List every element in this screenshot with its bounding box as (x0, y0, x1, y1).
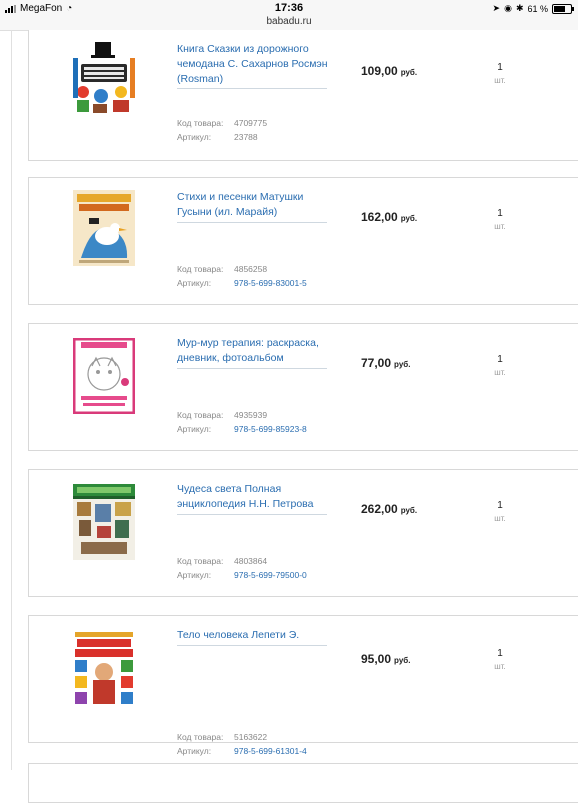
status-bar: MegaFon ◔ 17:36 babadu.ru ➤ ◉ ✱ 61 % (0, 0, 578, 31)
product-title-link[interactable]: Чудеса света Полная энциклопедия Н.Н. Пе… (177, 482, 332, 512)
location-icon: ➤ (492, 3, 501, 13)
quantity-unit: шт. (494, 76, 506, 85)
book-cover-image[interactable] (73, 40, 135, 116)
article-label: Артикул: (177, 570, 212, 580)
product-code: 4803864 (234, 556, 268, 566)
product-title-link[interactable]: Стихи и песенки Матушки Гусыни (ил. Мара… (177, 190, 332, 220)
product-price: 77,00 руб. (361, 356, 410, 370)
product-meta: Код товара: 5163622 Артикул: 978-5-699-613… (177, 730, 307, 758)
cart-item-partial (28, 763, 578, 803)
product-article-link[interactable]: 978-5-699-83001-5 (234, 278, 307, 288)
product-price: 162,00 руб. (361, 210, 417, 224)
title-underline (177, 645, 327, 646)
price-value: 77,00 (361, 356, 392, 370)
cart-item: Стихи и песенки Матушки Гусыни (ил. Мара… (28, 177, 578, 305)
cart-item: Чудеса света Полная энциклопедия Н.Н. Пе… (28, 469, 578, 597)
book-cover-image[interactable] (73, 190, 135, 266)
quantity-value: 1 (497, 354, 503, 365)
quantity-value: 1 (497, 648, 503, 659)
product-meta: Код товара: 4709775 Артикул: 23788 (177, 116, 267, 144)
product-article: 23788 (234, 132, 258, 142)
title-underline (177, 368, 327, 369)
currency-label: руб. (400, 214, 418, 223)
address-bar-url[interactable]: babadu.ru (0, 16, 578, 27)
book-cover-image[interactable] (73, 630, 135, 706)
code-label: Код товара: (177, 556, 224, 566)
article-label: Артикул: (177, 424, 212, 434)
quantity-unit: шт. (494, 368, 506, 377)
code-label: Код товара: (177, 118, 224, 128)
product-price: 262,00 руб. (361, 502, 417, 516)
quantity-value: 1 (497, 500, 503, 511)
quantity-unit: шт. (494, 222, 506, 231)
title-underline (177, 514, 327, 515)
currency-label: руб. (394, 656, 411, 665)
product-article-link[interactable]: 978-5-699-61301-4 (234, 746, 307, 756)
product-meta: Код товара: 4935939 Артикул: 978-5-699-859… (177, 408, 307, 436)
currency-label: руб. (400, 68, 418, 77)
code-label: Код товара: (177, 410, 224, 420)
product-article-link[interactable]: 978-5-699-79500-0 (234, 570, 307, 580)
price-value: 95,00 (361, 652, 392, 666)
code-label: Код товара: (177, 264, 224, 274)
cart-item: Мур-мур терапия: раскраска, дневник, фот… (28, 323, 578, 451)
product-article-link[interactable]: 978-5-699-85923-8 (234, 424, 307, 434)
product-price: 109,00 руб. (361, 64, 417, 78)
product-title-link[interactable]: Тело человека Лепети Э. (177, 628, 332, 643)
alarm-icon: ◉ (504, 3, 512, 13)
price-value: 109,00 (361, 64, 398, 78)
article-label: Артикул: (177, 132, 212, 142)
price-value: 262,00 (361, 502, 398, 516)
article-label: Артикул: (177, 746, 212, 756)
product-code: 4856258 (234, 264, 268, 274)
product-code: 4709775 (234, 118, 268, 128)
price-value: 162,00 (361, 210, 398, 224)
product-meta: Код товара: 4856258 Артикул: 978-5-699-830… (177, 262, 307, 290)
currency-label: руб. (394, 360, 411, 369)
status-icons: ➤ ◉ ✱ 61 % (492, 3, 574, 14)
product-price: 95,00 руб. (361, 652, 410, 666)
quantity-value: 1 (497, 62, 503, 73)
code-label: Код товара: (177, 732, 224, 742)
currency-label: руб. (400, 506, 418, 515)
quantity-unit: шт. (494, 662, 506, 671)
quantity-unit: шт. (494, 514, 506, 523)
title-underline (177, 88, 327, 89)
page-left-border (11, 30, 12, 770)
product-title-link[interactable]: Мур-мур терапия: раскраска, дневник, фот… (177, 336, 332, 366)
battery-icon (552, 3, 574, 14)
quantity-value: 1 (497, 208, 503, 219)
bluetooth-icon: ✱ (515, 3, 524, 13)
cart-item: Книга Сказки из дорожного чемодана С. Са… (28, 30, 578, 161)
battery-percent: 61 % (527, 3, 548, 14)
product-code: 4935939 (234, 410, 268, 420)
title-underline (177, 222, 327, 223)
product-title-link[interactable]: Книга Сказки из дорожного чемодана С. Са… (177, 42, 332, 87)
article-label: Артикул: (177, 278, 212, 288)
product-code: 5163622 (234, 732, 268, 742)
book-cover-image[interactable] (73, 484, 135, 560)
product-meta: Код товара: 4803864 Артикул: 978-5-699-795… (177, 554, 307, 582)
cart-item: Тело человека Лепети Э. Код товара: 51636… (28, 615, 578, 756)
book-cover-image[interactable] (73, 338, 135, 414)
clock: 17:36 (274, 2, 304, 14)
